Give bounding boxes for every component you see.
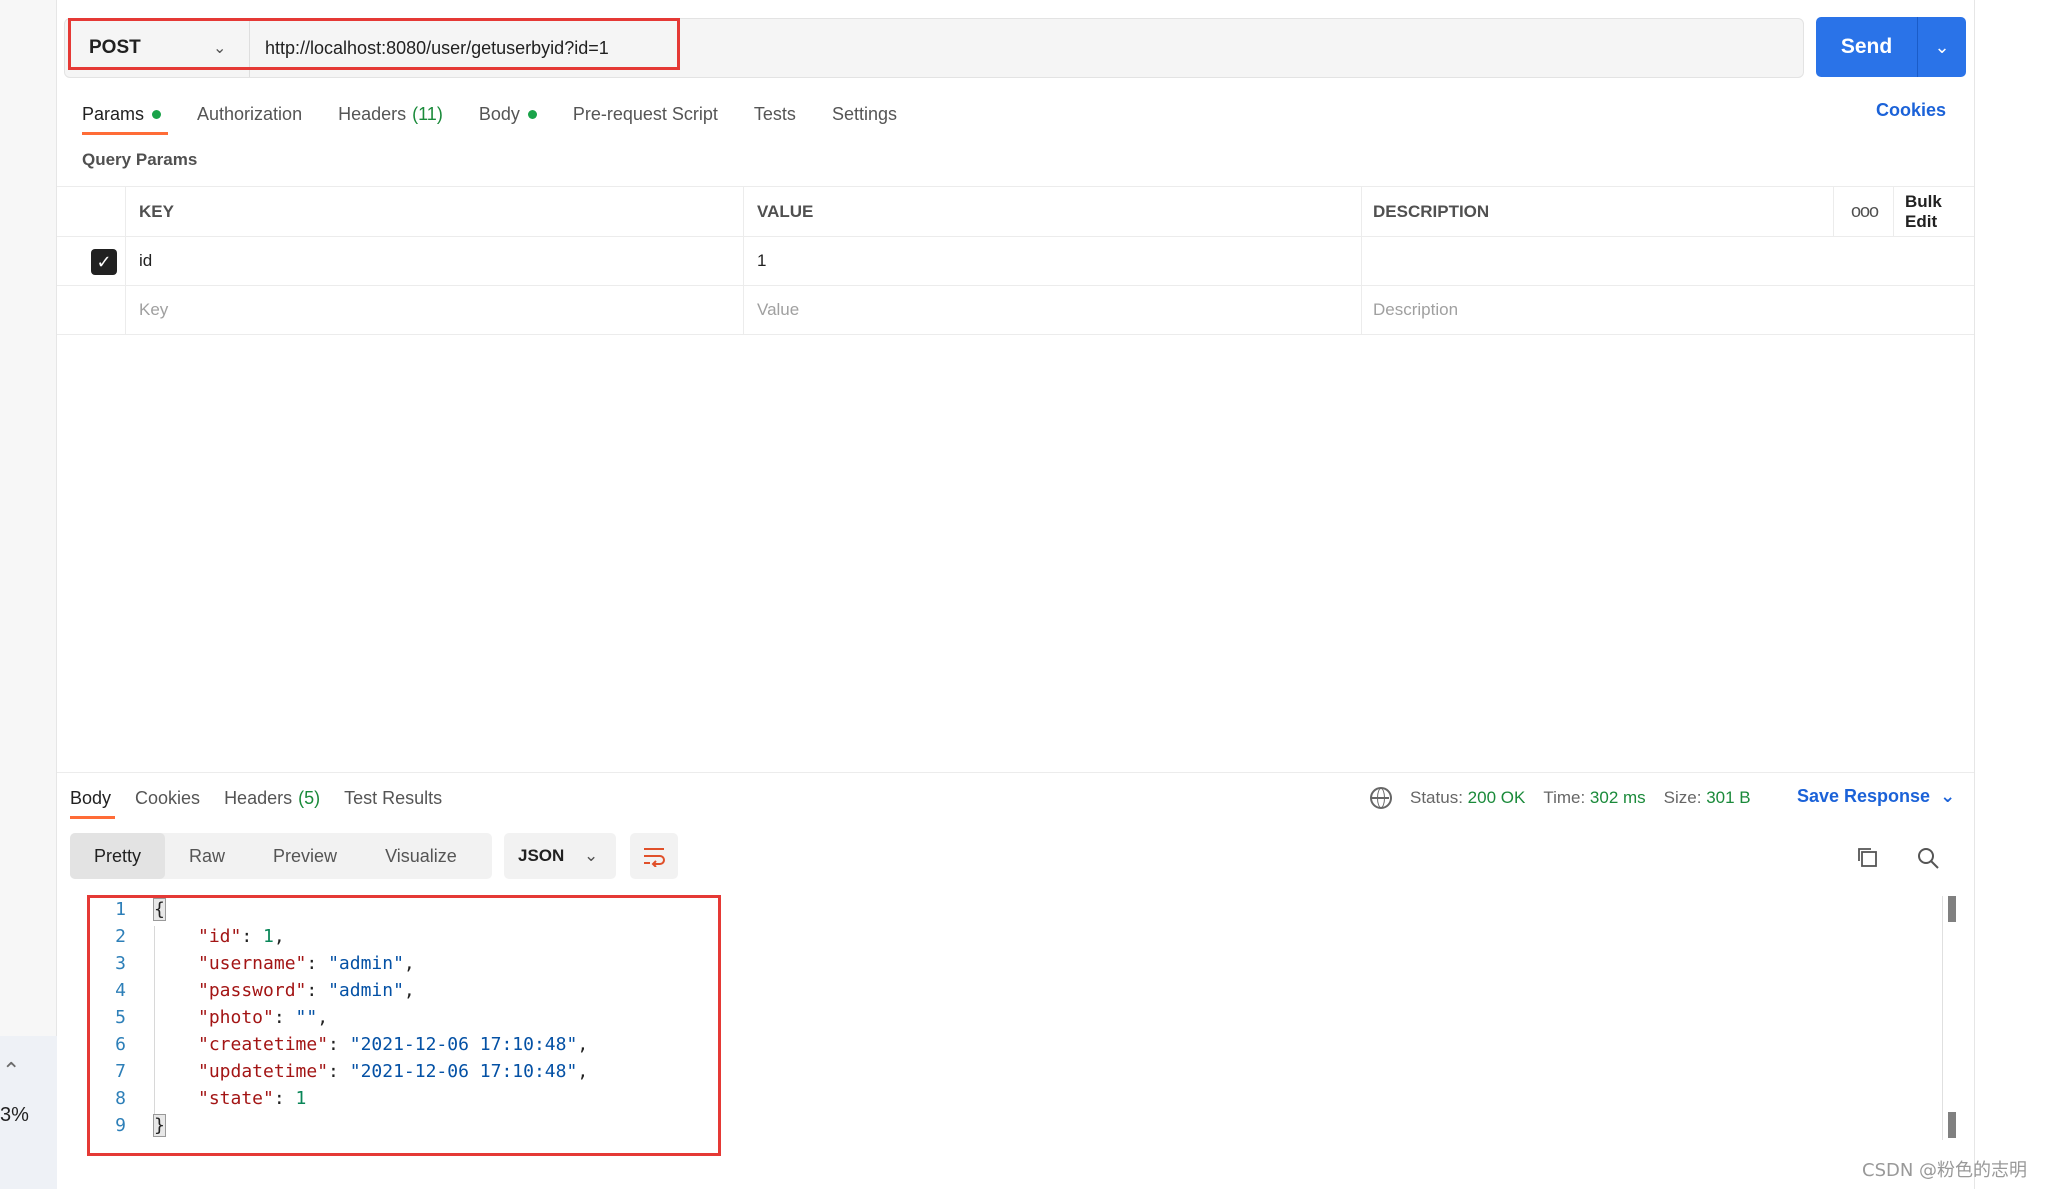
column-header-key: KEY: [139, 201, 174, 221]
column-divider: [743, 286, 744, 334]
cookies-link[interactable]: Cookies: [1876, 100, 1946, 121]
tab-label: Cookies: [135, 787, 201, 808]
tab-label: Settings: [831, 103, 897, 124]
tab-label: Authorization: [197, 103, 303, 124]
highlight-box-response: [87, 895, 721, 1156]
param-key-input[interactable]: id: [139, 237, 152, 285]
view-raw-button[interactable]: Raw: [165, 833, 249, 879]
view-visualize-button[interactable]: Visualize: [361, 833, 481, 879]
column-divider: [125, 187, 126, 236]
column-header-description: DESCRIPTION: [1373, 201, 1490, 221]
response-tab-test-results[interactable]: Test Results: [344, 782, 466, 814]
response-meta: Status: 200 OK Time: 302 ms Size: 301 B: [1370, 786, 1751, 810]
format-label: JSON: [518, 846, 565, 865]
left-sidebar: [0, 0, 57, 1189]
search-icon[interactable]: [1916, 846, 1940, 870]
view-preview-button[interactable]: Preview: [249, 833, 361, 879]
chevron-up-icon[interactable]: ⌃: [2, 1058, 20, 1084]
chevron-down-icon: ⌄: [584, 846, 599, 865]
tab-settings[interactable]: Settings: [832, 98, 933, 130]
send-button[interactable]: Send ⌄: [1816, 17, 1966, 77]
tab-label: Params: [82, 103, 145, 124]
tab-headers[interactable]: Headers (11): [338, 98, 479, 130]
column-header-value: VALUE: [757, 201, 814, 221]
response-tab-body[interactable]: Body: [70, 782, 135, 819]
right-divider: [1974, 0, 1975, 1189]
highlight-box-url: [68, 18, 680, 70]
query-params-title: Query Params: [82, 150, 198, 169]
tab-label: Body: [478, 103, 520, 124]
wrap-lines-button[interactable]: [630, 833, 678, 879]
column-divider: [1833, 187, 1834, 236]
view-pretty-button[interactable]: Pretty: [70, 833, 166, 879]
left-percent: 3%: [0, 1104, 29, 1126]
save-response-label: Save Response: [1797, 786, 1931, 806]
format-select[interactable]: JSON ⌄: [504, 833, 616, 879]
column-divider: [125, 286, 126, 334]
active-tab-indicator: [82, 132, 168, 135]
response-tabs: Body Cookies Headers (5) Test Results: [70, 782, 466, 822]
tab-label: Test Results: [344, 787, 443, 808]
new-description-input[interactable]: Description: [1373, 286, 1458, 334]
more-options-icon[interactable]: ooo: [1851, 187, 1879, 236]
tab-tests[interactable]: Tests: [754, 98, 832, 130]
request-url-bar: POST ⌄ http://localhost:8080/user/getuse…: [60, 6, 1970, 88]
request-tabs: Params Authorization Headers (11) Body Pr…: [82, 98, 933, 138]
tab-authorization[interactable]: Authorization: [197, 98, 338, 130]
column-divider: [1361, 187, 1362, 236]
chevron-down-icon: ⌄: [1940, 786, 1956, 806]
checkmark-icon: ✓: [96, 251, 112, 272]
response-divider[interactable]: [57, 772, 1974, 773]
scrollbar-thumb-bottom[interactable]: [1948, 1112, 1956, 1138]
send-options-chevron-icon[interactable]: ⌄: [1918, 17, 1966, 77]
tab-body[interactable]: Body: [479, 98, 573, 130]
new-value-input[interactable]: Value: [757, 286, 799, 334]
column-divider: [125, 237, 126, 285]
column-divider: [1361, 286, 1362, 334]
wrap-lines-icon: [644, 848, 665, 867]
table-row-empty: Key Value Description: [57, 286, 1974, 335]
table-header-row: KEY VALUE DESCRIPTION ooo Bulk Edit: [57, 186, 1974, 237]
tab-label: Headers: [224, 787, 293, 808]
scrollbar-track[interactable]: [1942, 896, 1943, 1140]
watermark: CSDN @粉色的志明: [1862, 1160, 2028, 1181]
status-value[interactable]: 200 OK: [1468, 788, 1526, 808]
column-divider: [1361, 237, 1362, 285]
param-value-input[interactable]: 1: [757, 237, 766, 285]
column-divider: [743, 237, 744, 285]
tab-label: Body: [70, 787, 112, 808]
response-tab-cookies[interactable]: Cookies: [135, 782, 224, 814]
time-label: Time:: [1543, 788, 1586, 807]
column-divider: [1893, 187, 1894, 236]
size-value[interactable]: 301 B: [1706, 788, 1750, 808]
new-key-input[interactable]: Key: [139, 286, 168, 334]
send-label[interactable]: Send: [1816, 17, 1917, 77]
header-count: (11): [412, 103, 443, 124]
header-count: (5): [298, 787, 321, 808]
status-dot: [527, 109, 537, 119]
response-tab-headers[interactable]: Headers (5): [224, 782, 344, 814]
tab-label: Tests: [753, 103, 796, 124]
save-response-button[interactable]: Save Response ⌄: [1797, 786, 1955, 807]
column-divider: [743, 187, 744, 236]
tab-label: Headers: [338, 103, 407, 124]
active-tab-indicator: [70, 816, 115, 819]
time-value[interactable]: 302 ms: [1590, 788, 1646, 808]
size-label: Size:: [1663, 788, 1702, 807]
row-checkbox[interactable]: ✓: [91, 249, 117, 275]
status-label: Status:: [1410, 788, 1463, 807]
copy-icon[interactable]: [1856, 846, 1878, 868]
status-dot: [152, 109, 162, 119]
scrollbar-thumb-top[interactable]: [1948, 896, 1956, 922]
bulk-edit-button[interactable]: Bulk Edit: [1905, 187, 1974, 236]
view-mode-group: Pretty Raw Preview Visualize: [70, 833, 492, 879]
table-row: ✓ id 1: [57, 237, 1974, 286]
tab-pre-request-script[interactable]: Pre-request Script: [573, 98, 754, 130]
tab-label: Pre-request Script: [572, 103, 718, 124]
tab-params[interactable]: Params: [82, 98, 197, 135]
query-params-table: KEY VALUE DESCRIPTION ooo Bulk Edit ✓ id…: [57, 186, 1974, 335]
globe-icon[interactable]: [1370, 787, 1392, 809]
